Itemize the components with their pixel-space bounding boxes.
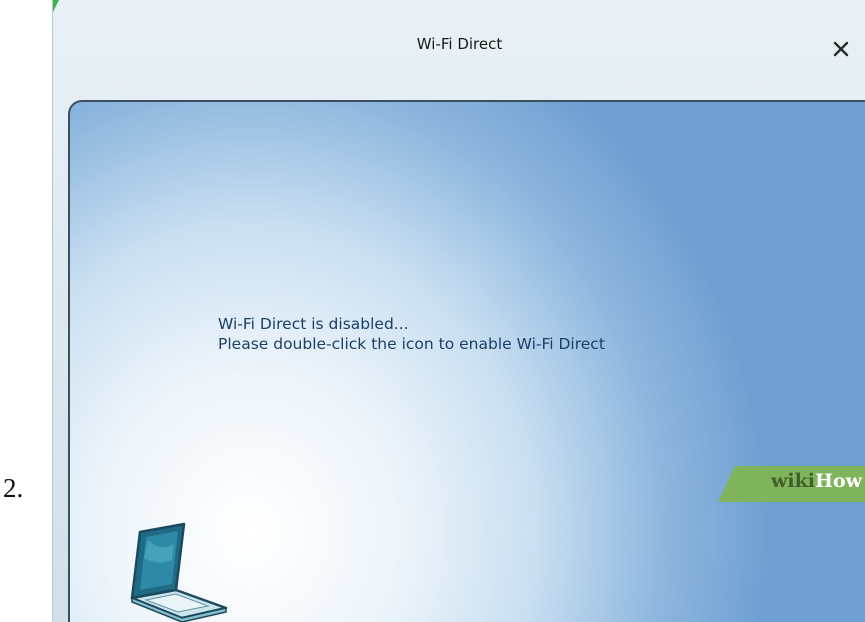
close-icon: [833, 41, 849, 57]
status-line-instruction: Please double-click the icon to enable W…: [218, 335, 605, 353]
watermark-logo: wikiHow: [771, 470, 862, 492]
status-line-disabled: Wi-Fi Direct is disabled...: [218, 315, 409, 333]
status-panel: Wi-Fi Direct is disabled... Please doubl…: [68, 100, 865, 622]
close-button[interactable]: [830, 38, 852, 60]
wifi-direct-window: Wi-Fi Direct Wi-Fi Direct is disabled...…: [52, 0, 865, 622]
window-title: Wi-Fi Direct: [416, 35, 503, 53]
window-corner-accent: [53, 0, 59, 12]
laptop-icon[interactable]: [126, 522, 236, 622]
step-number: 2.: [3, 473, 24, 503]
status-message: Wi-Fi Direct is disabled... Please doubl…: [218, 314, 605, 354]
